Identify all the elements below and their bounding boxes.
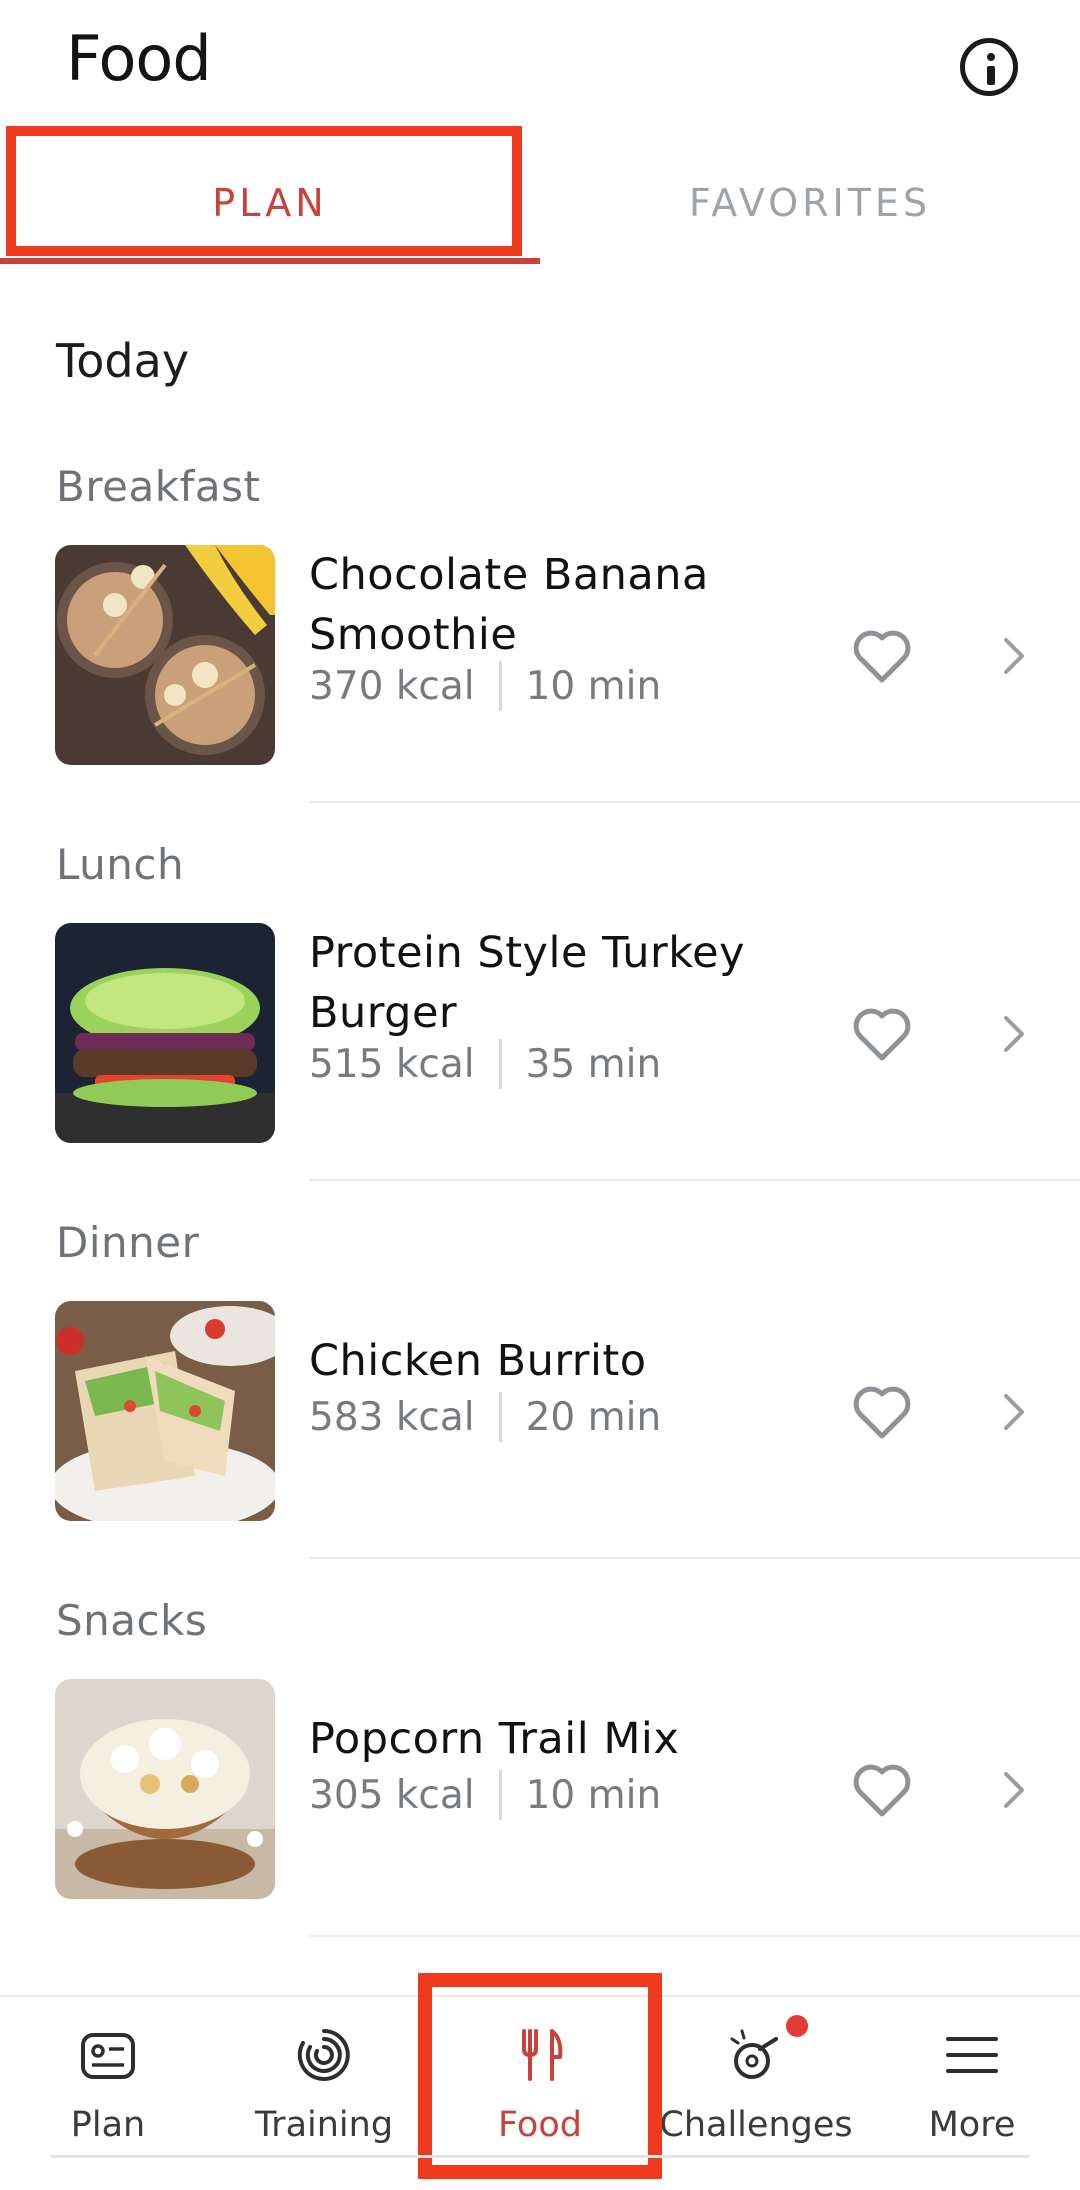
- nav-challenges[interactable]: Challenges: [648, 1997, 864, 2190]
- info-icon[interactable]: [960, 38, 1018, 96]
- recipe-time: 35 min: [525, 1041, 662, 1087]
- meal-label-snacks: Snacks: [56, 1596, 208, 1645]
- plan-icon: [81, 2033, 135, 2079]
- heart-icon[interactable]: [852, 628, 912, 684]
- nav-more[interactable]: More: [864, 1997, 1080, 2190]
- recipe-name-lunch[interactable]: Protein Style Turkey Burger: [309, 923, 829, 1043]
- nav-label-more: More: [928, 2105, 1016, 2145]
- menu-icon: [946, 2037, 998, 2073]
- meta-separator: [498, 661, 502, 711]
- recipe-meta-dinner: 583 kcal 20 min: [309, 1392, 661, 1442]
- recipe-image-popcorn[interactable]: [55, 1679, 275, 1899]
- section-title-today: Today: [56, 334, 190, 388]
- recipe-time: 20 min: [525, 1394, 662, 1440]
- tab-favorites[interactable]: FAVORITES: [540, 140, 1080, 265]
- chevron-right-icon[interactable]: [1000, 1392, 1028, 1432]
- meta-separator: [498, 1039, 502, 1089]
- training-icon: [297, 2029, 350, 2081]
- divider: [309, 801, 1080, 803]
- nav-label-training: Training: [254, 2105, 394, 2145]
- nav-training[interactable]: Training: [216, 1997, 432, 2190]
- recipe-name-snacks[interactable]: Popcorn Trail Mix: [309, 1709, 829, 1769]
- active-tab-indicator: [0, 258, 540, 264]
- recipe-name-breakfast[interactable]: Chocolate Banana Smoothie: [309, 545, 829, 665]
- heart-icon[interactable]: [852, 1384, 912, 1440]
- recipe-time: 10 min: [525, 1772, 662, 1818]
- heart-icon[interactable]: [852, 1762, 912, 1818]
- chevron-right-icon[interactable]: [1000, 1770, 1028, 1810]
- nav-label-plan: Plan: [70, 2105, 146, 2145]
- app-header: Food: [0, 0, 1080, 140]
- highlight-box-plan: [6, 126, 522, 256]
- divider: [309, 1179, 1080, 1181]
- recipe-name-dinner[interactable]: Chicken Burrito: [309, 1331, 829, 1391]
- recipe-image-chicken-burrito[interactable]: [55, 1301, 275, 1521]
- meal-label-dinner: Dinner: [56, 1218, 200, 1267]
- divider: [309, 1935, 1080, 1937]
- recipe-meta-breakfast: 370 kcal 10 min: [309, 661, 661, 711]
- recipe-kcal: 370 kcal: [309, 663, 475, 709]
- highlight-box-food: [418, 1973, 662, 2179]
- recipe-kcal: 583 kcal: [309, 1394, 475, 1440]
- recipe-kcal: 305 kcal: [309, 1772, 475, 1818]
- meta-separator: [498, 1770, 502, 1820]
- recipe-image-turkey-burger[interactable]: [55, 923, 275, 1143]
- home-indicator: [50, 2155, 1030, 2158]
- meta-separator: [498, 1392, 502, 1442]
- chevron-right-icon[interactable]: [1000, 1014, 1028, 1054]
- recipe-meta-lunch: 515 kcal 35 min: [309, 1039, 661, 1089]
- notification-badge: [786, 2015, 808, 2037]
- recipe-time: 10 min: [525, 663, 662, 709]
- meal-label-lunch: Lunch: [56, 840, 185, 889]
- recipe-meta-snacks: 305 kcal 10 min: [309, 1770, 661, 1820]
- nav-plan[interactable]: Plan: [0, 1997, 216, 2190]
- page-title: Food: [66, 22, 212, 95]
- divider: [309, 1557, 1080, 1559]
- challenges-icon: [730, 2029, 778, 2079]
- chevron-right-icon[interactable]: [1000, 636, 1028, 676]
- meal-label-breakfast: Breakfast: [56, 462, 261, 511]
- recipe-kcal: 515 kcal: [309, 1041, 475, 1087]
- nav-label-challenges: Challenges: [659, 2105, 853, 2145]
- heart-icon[interactable]: [852, 1006, 912, 1062]
- recipe-image-smoothie[interactable]: [55, 545, 275, 765]
